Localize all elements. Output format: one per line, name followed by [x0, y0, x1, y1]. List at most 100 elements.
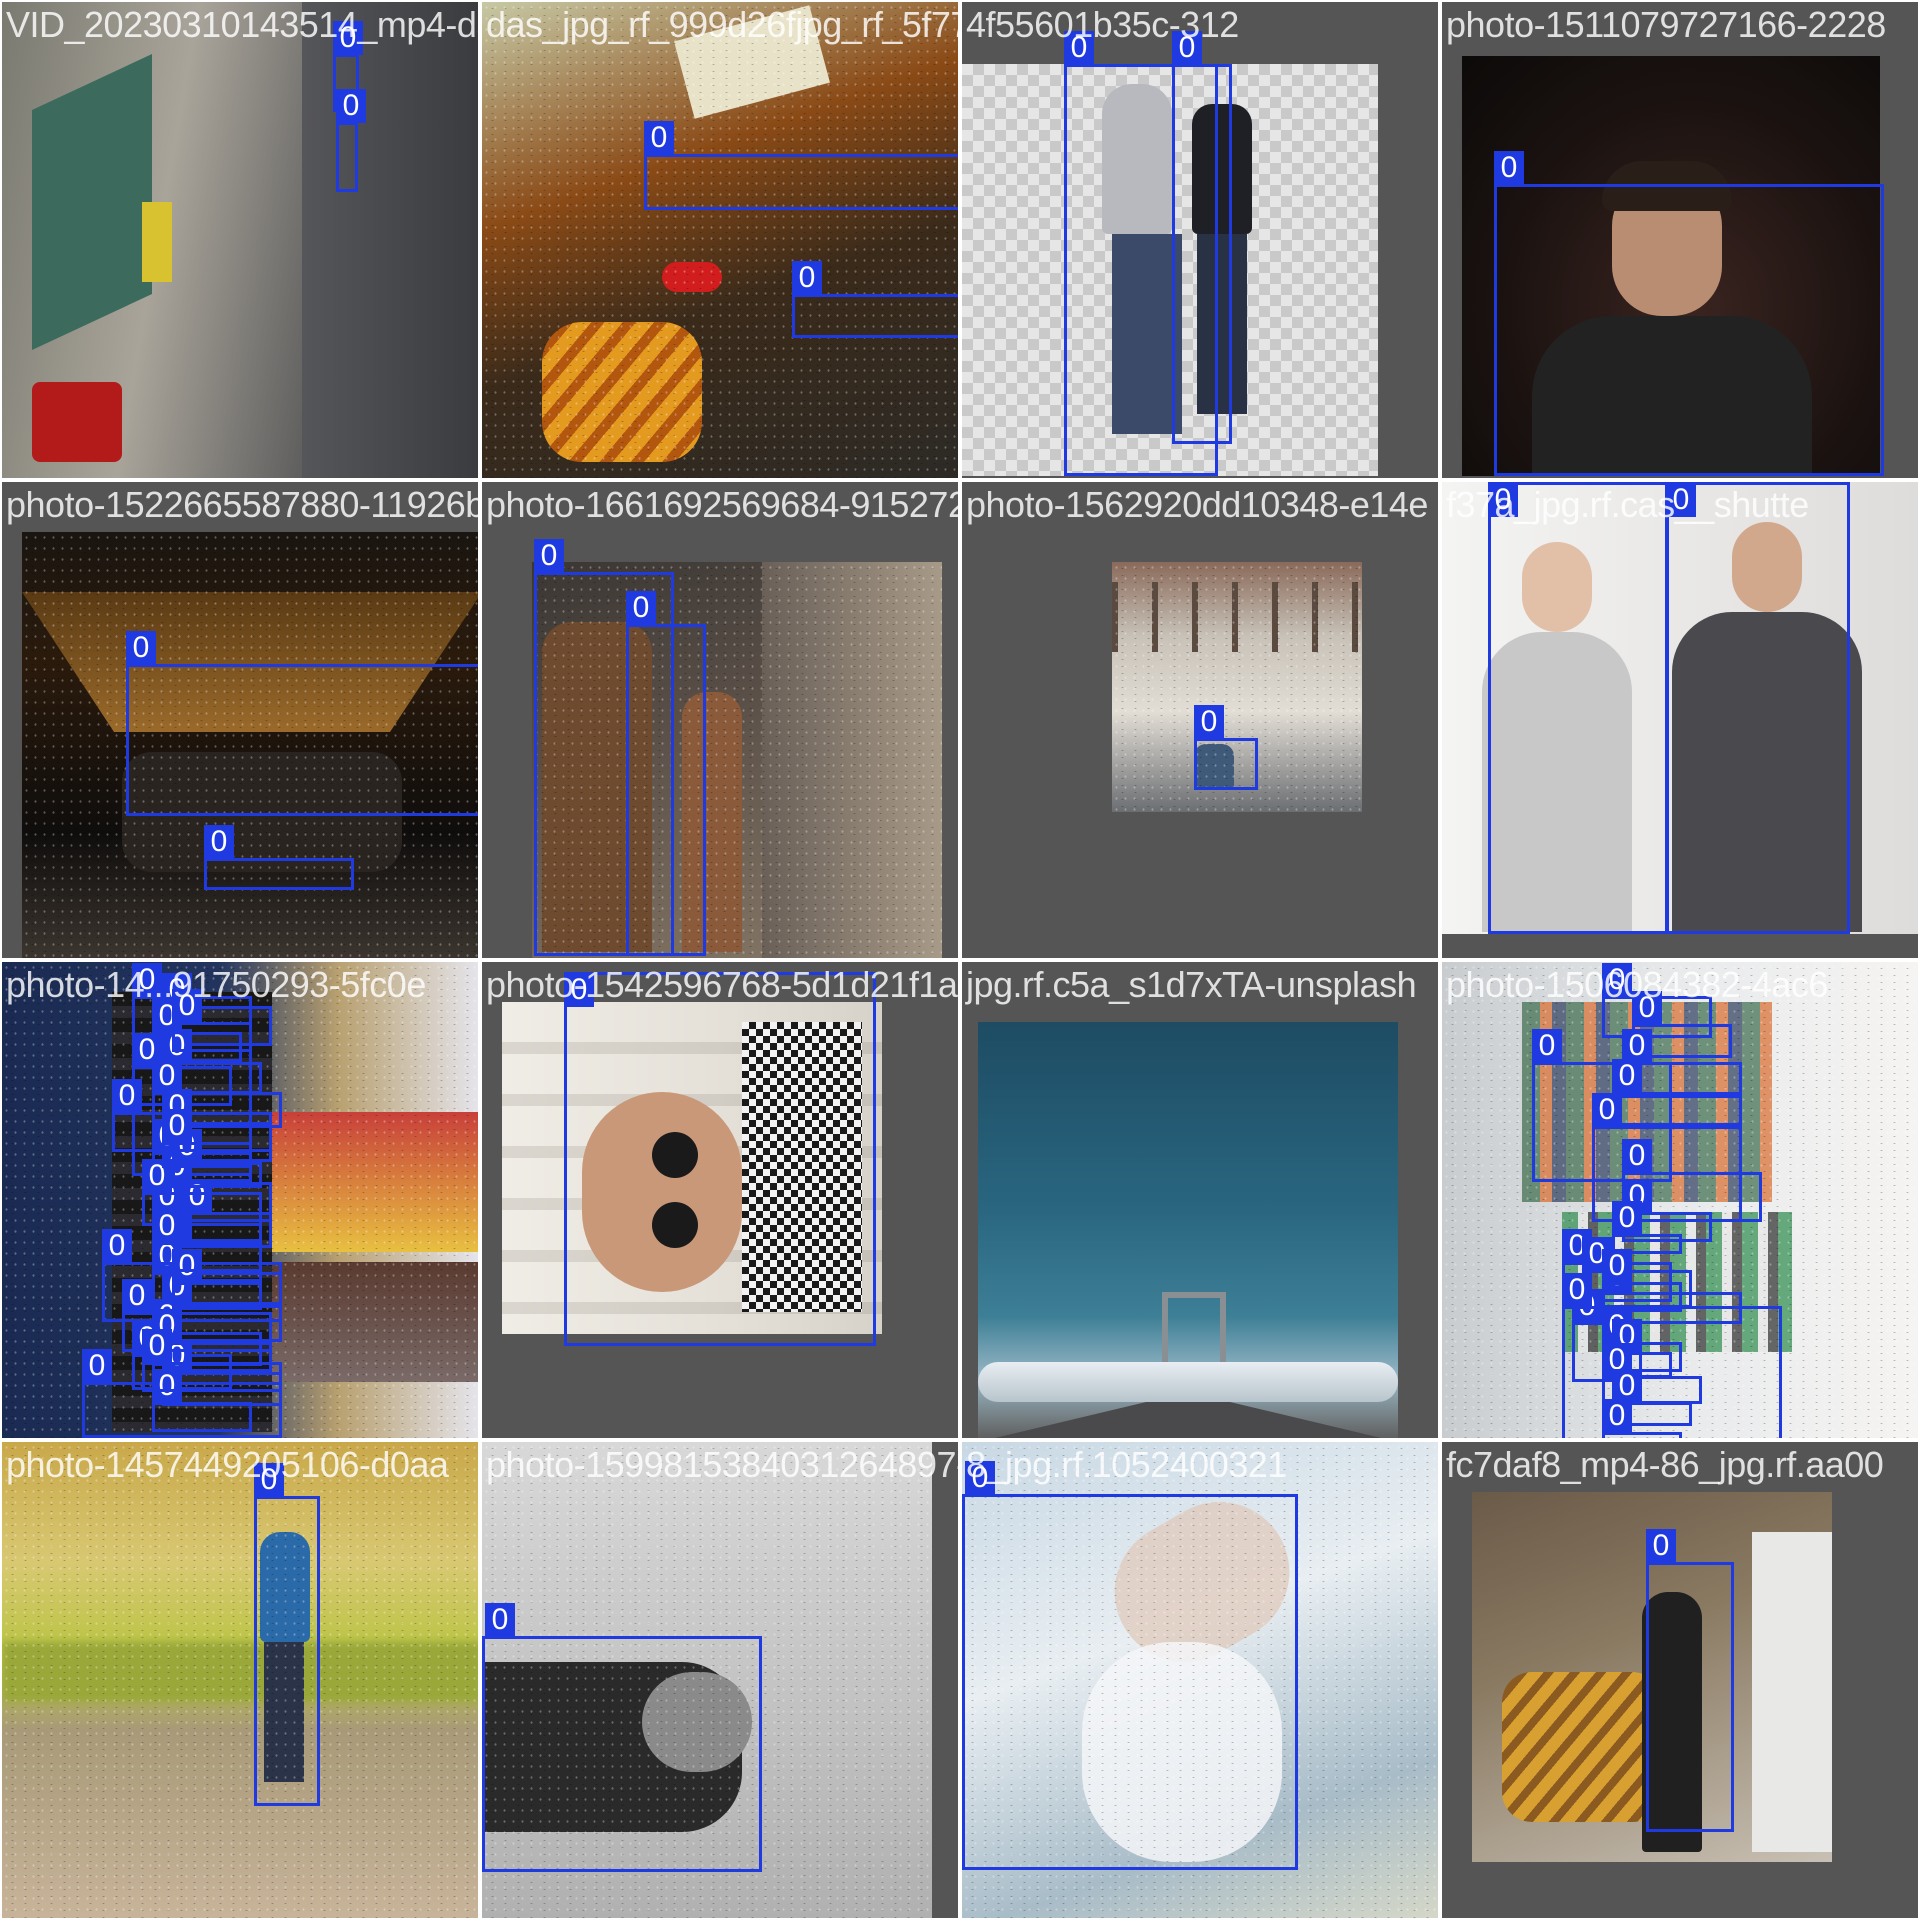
detection-box: 0 — [482, 1603, 762, 1872]
box-shape — [674, 5, 830, 119]
class-label: 0 — [1602, 1249, 1632, 1283]
market-image — [482, 2, 958, 478]
class-label: 0 — [564, 973, 594, 1007]
image-filename: photo-1511079727166-2228 — [1446, 4, 1886, 45]
detection-box: 0 — [142, 1329, 282, 1392]
class-label: 0 — [112, 1079, 142, 1113]
mosaic-tile: 0 8_jpg.rf.1052400321 — [960, 1440, 1440, 1920]
mosaic-tile: 0 photo-1599815384031264897-aeab — [480, 1440, 960, 1920]
class-label: 0 — [644, 121, 674, 155]
detection-box: 0 — [1602, 1399, 1682, 1438]
detection-box: 0 — [626, 591, 706, 956]
class-label: 0 — [1532, 1029, 1562, 1063]
mosaic-tile: 0 0 das_jpg_rf_999d26fjpg_rf_5f77 — [480, 0, 960, 480]
detection-box: 0 — [1646, 1529, 1734, 1832]
detection-box: 0 — [1494, 151, 1884, 476]
bridge-image — [978, 1022, 1398, 1438]
mosaic-tile: 000000000000000000000000000000 photo-14.… — [0, 960, 480, 1440]
detection-box: 0 — [1666, 482, 1850, 934]
mosaic-tile: 0 photo-1562920dd10348-e14e — [960, 480, 1440, 960]
class-label: 0 — [126, 631, 156, 665]
detection-box: 0 — [1612, 1059, 1742, 1126]
class-label: 0 — [1612, 1059, 1642, 1093]
training-batch-mosaic: 0 0 VID_20230310143514_mp4-da 0 0 das_jp… — [0, 0, 1920, 1920]
road-shape — [302, 2, 478, 478]
class-label: 0 — [1562, 1273, 1592, 1307]
mosaic-tile: jpg.rf.c5a_s1d7xTA-unsplash — [960, 960, 1440, 1440]
class-label: 0 — [102, 1229, 132, 1263]
runner-image — [2, 1442, 478, 1918]
class-label: 0 — [1612, 1201, 1642, 1235]
detection-box: 0 — [152, 1369, 252, 1432]
mosaic-tile: 0 0 photo-1661692569684-91527211033 — [480, 480, 960, 960]
class-label: 0 — [1612, 1369, 1642, 1403]
storefront-shape — [272, 1112, 478, 1252]
mosaic-tile: 0 0 f37a_jpg.rf.cas__shutte — [1440, 480, 1920, 960]
sign-shape — [142, 202, 172, 282]
grass-shape — [2, 1642, 478, 1702]
fence-posts-shape — [1112, 582, 1362, 652]
appliance-shape — [1752, 1532, 1832, 1852]
class-label: 0 — [152, 1209, 182, 1243]
detection-box: 0 — [1194, 705, 1258, 790]
detection-box: 0 — [126, 631, 478, 816]
class-label: 0 — [1592, 1093, 1622, 1127]
class-label: 0 — [333, 21, 363, 55]
image-filename: jpg.rf.c5a_s1d7xTA-unsplash — [966, 964, 1417, 1005]
red-object-shape — [662, 262, 722, 292]
class-label: 0 — [204, 825, 234, 859]
striped-bag-shape — [542, 322, 702, 462]
detection-box: 0 — [162, 1109, 252, 1168]
mosaic-tile: 0 0 4f55601b35c-312 — [960, 0, 1440, 480]
mosaic-tile: 0 0 VID_20230310143514_mp4-da — [0, 0, 480, 480]
red-vehicle-shape — [32, 382, 122, 462]
class-label: 0 — [336, 89, 366, 123]
detection-box: 0 — [152, 1209, 262, 1272]
class-label: 0 — [1622, 1139, 1652, 1173]
class-label: 0 — [792, 261, 822, 295]
mosaic-tile: 0 photo-1457449205106-d0aa — [0, 1440, 480, 1920]
detection-box: 0 — [644, 121, 958, 210]
detection-box: 0 — [172, 989, 252, 1052]
mosaic-tile: 0 0 photo-1522665587880-11926be57bb — [0, 480, 480, 960]
detection-box: 0 — [1172, 31, 1232, 444]
class-label: 0 — [1488, 483, 1518, 517]
road-shape — [978, 1402, 1398, 1438]
detection-box: 0 — [962, 1461, 1298, 1870]
image-filename: photo-1522665587880-11926be57bb — [6, 484, 478, 525]
class-label: 0 — [82, 1349, 112, 1383]
class-label: 0 — [1666, 483, 1696, 517]
class-label: 0 — [1602, 963, 1632, 997]
building-shape — [272, 1262, 478, 1382]
class-label: 0 — [626, 591, 656, 625]
class-label: 0 — [152, 1059, 182, 1093]
mosaic-tile: 00000000000000000000 photo-1506084382-4a… — [1440, 960, 1920, 1440]
mosaic-tile: 0 photo-1542596768-5d1d21f1af98 — [480, 960, 960, 1440]
street-image — [2, 2, 478, 478]
detection-box: 0 — [792, 261, 958, 338]
detection-box: 0 — [204, 825, 354, 890]
class-label: 0 — [1194, 705, 1224, 739]
image-filename: fc7daf8_mp4-86_jpg.rf.aa00 — [1446, 1444, 1884, 1485]
class-label: 0 — [1602, 1399, 1632, 1433]
class-label: 0 — [1172, 31, 1202, 65]
image-filename: photo-1562920dd10348-e14e — [966, 484, 1428, 525]
detection-box: 0 — [336, 89, 366, 192]
detection-box: 0 — [254, 1463, 320, 1806]
class-label: 0 — [162, 1109, 192, 1143]
blanket-shape — [1502, 1672, 1662, 1822]
class-label: 0 — [254, 1463, 284, 1497]
class-label: 0 — [1646, 1529, 1676, 1563]
class-label: 0 — [132, 963, 162, 997]
detection-box — [482, 1484, 486, 1488]
mosaic-tile: 0 photo-1511079727166-2228 — [1440, 0, 1920, 480]
class-label: 0 — [1632, 991, 1662, 1025]
class-label: 0 — [142, 1329, 172, 1363]
class-label: 0 — [965, 1461, 995, 1495]
class-label: 0 — [1494, 151, 1524, 185]
class-label: 0 — [1064, 31, 1094, 65]
class-label: 0 — [1622, 1029, 1652, 1063]
class-label: 0 — [172, 989, 202, 1023]
detection-box: 0 — [172, 1249, 262, 1310]
mosaic-tile: 0 fc7daf8_mp4-86_jpg.rf.aa00 — [1440, 1440, 1920, 1920]
